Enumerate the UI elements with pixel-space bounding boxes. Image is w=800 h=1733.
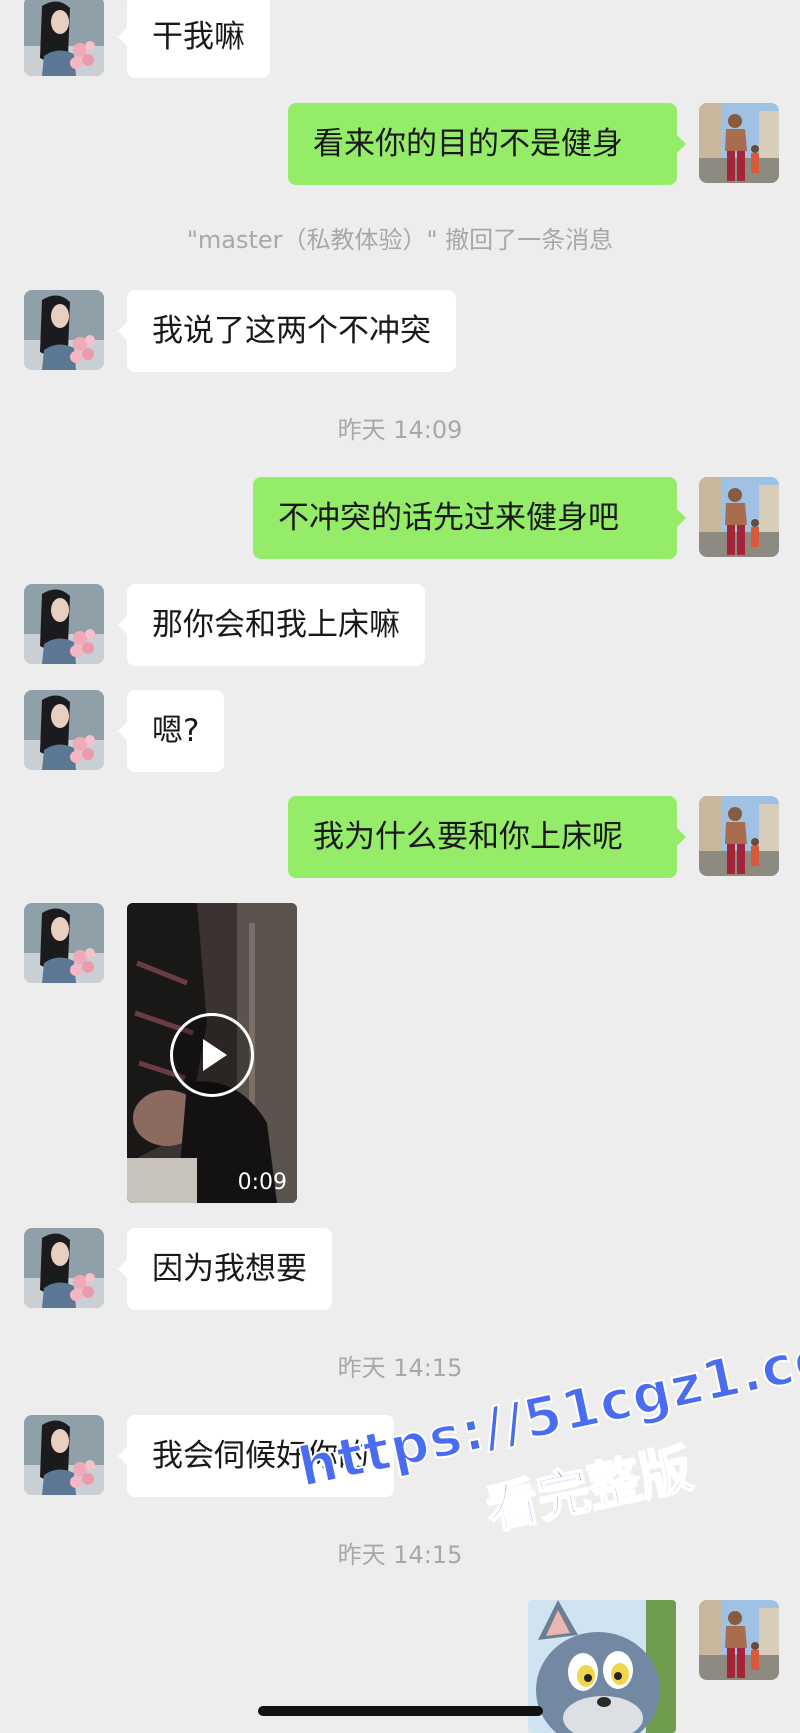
outgoing-message-bubble[interactable]: 看来你的目的不是健身 (288, 103, 686, 185)
video-duration: 0:09 (237, 1170, 287, 1195)
user-avatar[interactable] (699, 796, 779, 876)
incoming-message-bubble[interactable]: 我说了这两个不冲突 (118, 290, 456, 372)
play-icon[interactable] (170, 1013, 254, 1097)
outgoing-message-bubble[interactable]: 我为什么要和你上床呢 (288, 796, 686, 878)
incoming-message-bubble[interactable]: 干我嘛 (118, 0, 270, 78)
recall-notice: "master（私教体验）" 撤回了一条消息 (186, 226, 614, 254)
timestamp: 昨天 14:09 (337, 416, 463, 444)
user-avatar[interactable] (699, 103, 779, 183)
contact-avatar[interactable] (24, 290, 104, 370)
contact-avatar[interactable] (24, 903, 104, 983)
home-indicator[interactable] (258, 1706, 543, 1716)
contact-avatar[interactable] (24, 1228, 104, 1308)
incoming-message-bubble[interactable]: 因为我想要 (118, 1228, 332, 1310)
timestamp: 昨天 14:15 (337, 1541, 463, 1569)
cat-sticker-image (528, 1600, 676, 1733)
sticker-message[interactable] (528, 1600, 676, 1733)
incoming-message-bubble[interactable]: 嗯? (117, 690, 225, 772)
incoming-message-bubble[interactable]: 那你会和我上床嘛 (118, 584, 425, 666)
contact-avatar[interactable] (24, 1415, 104, 1495)
video-message[interactable]: 0:09 (127, 903, 297, 1203)
watermark-overlay: https://51cgz1.com 看完整版 (270, 1222, 800, 1555)
contact-avatar[interactable] (24, 690, 104, 770)
contact-avatar[interactable] (24, 584, 104, 664)
outgoing-message-bubble[interactable]: 不冲突的话先过来健身吧 (253, 477, 686, 559)
user-avatar[interactable] (699, 1600, 779, 1680)
user-avatar[interactable] (699, 477, 779, 557)
contact-avatar[interactable] (24, 0, 104, 76)
